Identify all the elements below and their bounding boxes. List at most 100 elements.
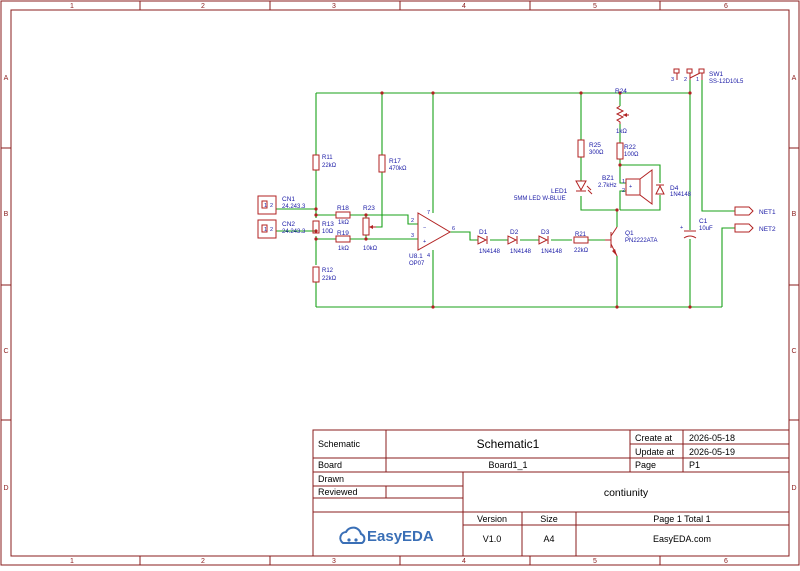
diode-d1: D1 1N4148 bbox=[477, 229, 501, 255]
zone-labels: 1 2 3 4 5 6 1 2 3 4 5 6 A B C D A B C D bbox=[3, 3, 796, 565]
led-led1: LED1 5MM LED W-BLUE bbox=[514, 180, 593, 202]
zone-row-c-right: C bbox=[791, 348, 796, 355]
wires bbox=[276, 80, 735, 308]
bz1-ref: BZ1 bbox=[602, 175, 614, 182]
tb-version-label: Version bbox=[477, 514, 507, 524]
tb-page-label: Page bbox=[635, 460, 656, 470]
cn1-ref: CN1 bbox=[282, 196, 295, 203]
c1-ref: C1 bbox=[699, 218, 708, 225]
zone-col-2-top: 2 bbox=[201, 3, 205, 10]
resistor-r25: R25 300Ω bbox=[577, 139, 604, 158]
connector-cn2: 1 2 CN2 24.243.3 bbox=[257, 219, 306, 239]
tb-size-value: A4 bbox=[543, 534, 554, 544]
opamp-pin-7: 7 bbox=[427, 210, 430, 216]
r24-ref: R24 bbox=[615, 88, 627, 95]
bz1-value: 2.7kHz bbox=[598, 183, 617, 189]
sw1-pin-3: 3 bbox=[671, 77, 674, 83]
net1-label: NET1 bbox=[759, 209, 776, 216]
tb-create-date: 2026-05-18 bbox=[689, 433, 735, 443]
u8-value: OP07 bbox=[409, 261, 425, 267]
opamp-pin-3: 3 bbox=[411, 233, 414, 239]
resistor-r12: R12 22kΩ bbox=[312, 266, 337, 283]
tb-create-label: Create at bbox=[635, 433, 673, 443]
led1-ref: LED1 bbox=[551, 188, 568, 195]
r24-value: 1kΩ bbox=[616, 129, 627, 135]
r25-ref: R25 bbox=[589, 142, 601, 149]
tb-update-label: Update at bbox=[635, 447, 675, 457]
zone-ticks bbox=[1, 1, 799, 565]
c1-plus-sign: + bbox=[680, 225, 683, 231]
zone-col-6-top: 6 bbox=[724, 3, 728, 10]
resistor-r19: R19 1kΩ bbox=[335, 230, 351, 252]
r13-ref: R13 bbox=[322, 221, 334, 228]
resistor-r18: R18 1kΩ bbox=[335, 205, 351, 226]
zone-col-4-top: 4 bbox=[462, 3, 466, 10]
bz1-pin-1: 1 bbox=[622, 179, 625, 185]
potentiometer-r23: R23 10kΩ bbox=[362, 205, 378, 252]
resistor-r21: R21 22kΩ bbox=[573, 232, 589, 254]
zone-row-d-left: D bbox=[3, 485, 8, 492]
r21-value: 22kΩ bbox=[574, 248, 589, 254]
resistor-r11: R11 22kΩ bbox=[312, 154, 337, 171]
zone-col-3-top: 3 bbox=[332, 3, 336, 10]
u8-ref: U8.1 bbox=[409, 253, 423, 260]
zone-row-b-right: B bbox=[792, 211, 797, 218]
sw1-value: SS-12D10L5 bbox=[709, 79, 744, 85]
transistor-q1: Q1 PN2222ATA bbox=[605, 226, 657, 257]
sheet-frame bbox=[0, 0, 800, 566]
tb-reviewed-label: Reviewed bbox=[318, 487, 358, 497]
opamp-minus-sign: − bbox=[423, 225, 426, 231]
r18-value: 1kΩ bbox=[338, 220, 349, 226]
net-flag-net2: NET2 bbox=[734, 223, 776, 233]
d2-ref: D2 bbox=[510, 229, 519, 236]
d4-value: 1N4148 bbox=[670, 192, 692, 198]
tb-logo-text: EasyEDA bbox=[367, 528, 434, 545]
sw1-pin-2: 2 bbox=[684, 77, 687, 83]
opamp-plus-sign: + bbox=[423, 239, 426, 245]
tb-project-name: contiunity bbox=[604, 487, 649, 499]
zone-row-b-left: B bbox=[4, 211, 9, 218]
capacitor-c1: + C1 10uF bbox=[680, 218, 713, 239]
tb-size-label: Size bbox=[540, 514, 558, 524]
resistor-r13: R13 10Ω bbox=[312, 220, 334, 235]
zone-col-3-bottom: 3 bbox=[332, 558, 336, 565]
zone-row-a-left: A bbox=[4, 75, 9, 82]
r19-ref: R19 bbox=[337, 230, 349, 237]
opamp-pin-4: 4 bbox=[427, 253, 430, 259]
tb-board-label: Board bbox=[318, 460, 342, 470]
r12-value: 22kΩ bbox=[322, 276, 337, 282]
r17-value: 470kΩ bbox=[389, 166, 407, 172]
connector-cn1: 1 2 CN1 24.243.3 bbox=[257, 195, 306, 215]
tb-page-value: P1 bbox=[689, 460, 700, 470]
r11-ref: R11 bbox=[322, 155, 333, 161]
zone-row-d-right: D bbox=[791, 485, 796, 492]
schematic-sheet: 1 2 3 4 5 6 1 2 3 4 5 6 A B C D A B C D bbox=[0, 0, 800, 566]
switch-sw1: 3 2 1 SW1 SS-12D10L5 bbox=[671, 68, 744, 85]
zone-col-5-bottom: 5 bbox=[593, 558, 597, 565]
opamp-pin-2: 2 bbox=[411, 218, 414, 224]
diode-d2: D2 1N4148 bbox=[507, 229, 532, 255]
tb-board-name: Board1_1 bbox=[488, 460, 527, 470]
tb-schematic-label: Schematic bbox=[318, 439, 361, 449]
zone-row-a-right: A bbox=[792, 75, 797, 82]
schematic-canvas: 1 2 3 4 5 6 1 2 3 4 5 6 A B C D A B C D bbox=[0, 0, 800, 566]
cn1-value: 24.243.3 bbox=[282, 204, 306, 210]
d3-value: 1N4148 bbox=[541, 249, 563, 255]
diode-d4: D4 1N4148 bbox=[655, 184, 692, 198]
cn2-value: 24.243.3 bbox=[282, 229, 306, 235]
led1-value: 5MM LED W-BLUE bbox=[514, 196, 566, 202]
tb-page-total: Page 1 Total 1 bbox=[653, 514, 710, 524]
logo-node-icon bbox=[347, 538, 351, 542]
d2-value: 1N4148 bbox=[510, 249, 532, 255]
cn1-pin-1: 1 bbox=[264, 203, 267, 209]
d1-ref: D1 bbox=[479, 229, 488, 236]
r12-ref: R12 bbox=[322, 268, 334, 274]
tb-version-value: V1.0 bbox=[483, 534, 502, 544]
zone-col-1-top: 1 bbox=[70, 3, 74, 10]
d3-ref: D3 bbox=[541, 229, 550, 236]
buzzer-bz1: + 1 2 BZ1 2.7kHz bbox=[598, 169, 653, 205]
c1-value: 10uF bbox=[699, 226, 713, 232]
r19-value: 1kΩ bbox=[338, 246, 349, 252]
zone-col-6-bottom: 6 bbox=[724, 558, 728, 565]
tb-update-date: 2026-05-19 bbox=[689, 447, 735, 457]
